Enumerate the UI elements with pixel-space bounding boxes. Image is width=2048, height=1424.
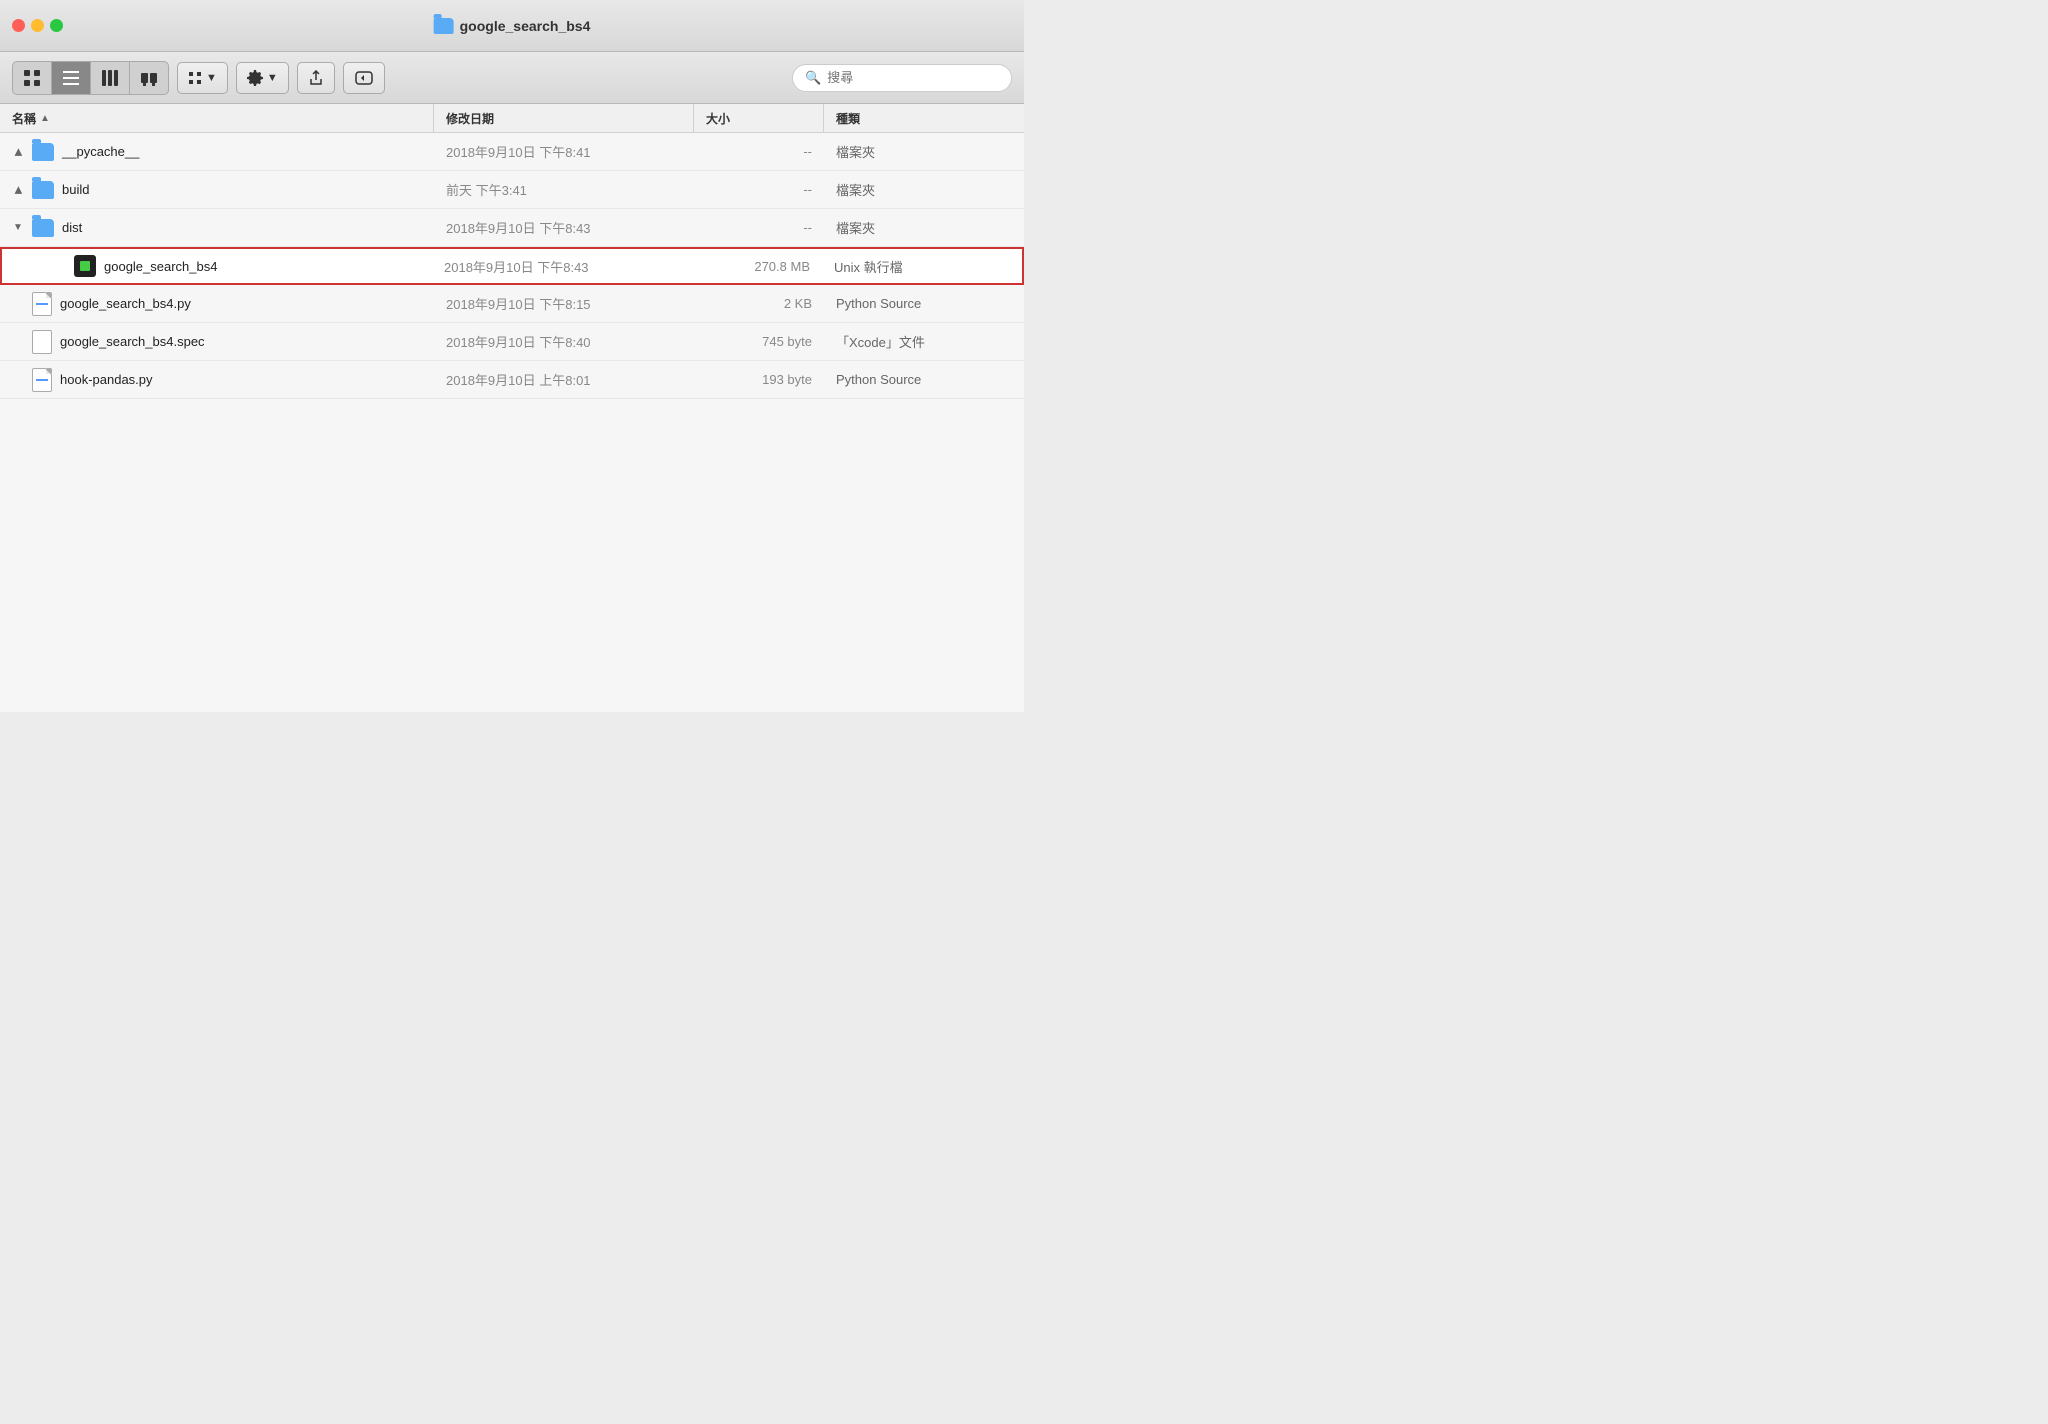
toolbar: ▼ ▼ 🔍 <box>0 52 1024 104</box>
file-kind-cell: 檔案夾 <box>824 171 1024 208</box>
expand-arrow[interactable]: ▶ <box>12 184 24 196</box>
file-date-cell: 2018年9月10日 上午8:01 <box>434 361 694 398</box>
col-header-name[interactable]: 名稱 ▲ <box>0 104 434 132</box>
file-name-cell: google_search_bs4.py <box>0 285 434 322</box>
file-date-cell: 前天 下午3:41 <box>434 171 694 208</box>
file-date-cell: 2018年9月10日 下午8:43 <box>434 209 694 246</box>
folder-icon <box>32 219 54 237</box>
close-button[interactable] <box>12 19 25 32</box>
share-icon <box>308 70 324 86</box>
file-kind-cell: Python Source <box>824 361 1024 398</box>
file-size-cell: 745 byte <box>694 323 824 360</box>
icon-view-icon <box>23 69 41 87</box>
minimize-button[interactable] <box>31 19 44 32</box>
file-name-cell: ▶ __pycache__ <box>0 133 434 170</box>
table-row[interactable]: ▶ build 前天 下午3:41 -- 檔案夾 <box>0 171 1024 209</box>
file-size-cell: -- <box>694 171 824 208</box>
file-size-cell: 193 byte <box>694 361 824 398</box>
window-title: google_search_bs4 <box>460 18 591 34</box>
column-headers: 名稱 ▲ 修改日期 大小 種類 <box>0 104 1024 133</box>
view-mode-group <box>12 61 169 95</box>
file-kind-cell: 檔案夾 <box>824 209 1024 246</box>
expand-arrow[interactable]: ▼ <box>12 222 24 234</box>
folder-icon <box>32 181 54 199</box>
file-date-cell: 2018年9月10日 下午8:40 <box>434 323 694 360</box>
dropdown-arrow: ▼ <box>206 72 217 84</box>
col-header-kind[interactable]: 種類 <box>824 104 1024 132</box>
expand-arrow[interactable]: ▶ <box>12 146 24 158</box>
file-list: ▶ __pycache__ 2018年9月10日 下午8:41 -- 檔案夾 ▶… <box>0 133 1024 712</box>
file-date-cell: 2018年9月10日 下午8:43 <box>432 249 692 283</box>
file-name-cell: ▶ build <box>0 171 434 208</box>
window-title-area: google_search_bs4 <box>434 18 591 34</box>
file-name-cell: hook-pandas.py <box>0 361 434 398</box>
table-row[interactable]: google_search_bs4.spec 2018年9月10日 下午8:40… <box>0 323 1024 361</box>
table-row-highlighted[interactable]: google_search_bs4 2018年9月10日 下午8:43 270.… <box>0 247 1024 285</box>
sort-arrow: ▲ <box>40 113 50 124</box>
file-size-cell: -- <box>694 209 824 246</box>
file-kind-cell: Python Source <box>824 285 1024 322</box>
file-kind-cell: 「Xcode」文件 <box>824 323 1024 360</box>
title-bar: google_search_bs4 <box>0 0 1024 52</box>
file-size-cell: 2 KB <box>694 285 824 322</box>
table-row[interactable]: hook-pandas.py 2018年9月10日 上午8:01 193 byt… <box>0 361 1024 399</box>
file-size-cell: 270.8 MB <box>692 249 822 283</box>
gallery-view-icon <box>140 69 158 87</box>
table-row[interactable]: ▶ __pycache__ 2018年9月10日 下午8:41 -- 檔案夾 <box>0 133 1024 171</box>
table-row[interactable]: google_search_bs4.py 2018年9月10日 下午8:15 2… <box>0 285 1024 323</box>
back-button[interactable] <box>343 62 385 94</box>
file-kind-cell: 檔案夾 <box>824 133 1024 170</box>
list-view-icon <box>62 69 80 87</box>
file-name-cell: ▼ dist <box>0 209 434 246</box>
python-file-icon <box>32 292 52 316</box>
folder-icon <box>32 143 54 161</box>
table-row[interactable]: ▼ dist 2018年9月10日 下午8:43 -- 檔案夾 <box>0 209 1024 247</box>
grid-icon <box>188 71 202 85</box>
column-view-button[interactable] <box>91 62 130 94</box>
spec-file-icon <box>32 330 52 354</box>
maximize-button[interactable] <box>50 19 63 32</box>
back-icon <box>354 70 374 86</box>
share-button[interactable] <box>297 62 335 94</box>
python-file-icon <box>32 368 52 392</box>
file-kind-cell: Unix 執行檔 <box>822 249 1022 283</box>
finder-window: google_search_bs4 <box>0 0 1024 712</box>
file-size-cell: -- <box>694 133 824 170</box>
gear-icon <box>247 70 263 86</box>
file-date-cell: 2018年9月10日 下午8:15 <box>434 285 694 322</box>
executable-icon <box>74 255 96 277</box>
col-header-date[interactable]: 修改日期 <box>434 104 694 132</box>
file-date-cell: 2018年9月10日 下午8:41 <box>434 133 694 170</box>
search-box[interactable]: 🔍 <box>792 64 1012 92</box>
gallery-view-button[interactable] <box>130 62 168 94</box>
file-name-cell: google_search_bs4.spec <box>0 323 434 360</box>
icon-view-button[interactable] <box>13 62 52 94</box>
file-name-cell: google_search_bs4 <box>2 249 432 283</box>
col-header-size[interactable]: 大小 <box>694 104 824 132</box>
action-button[interactable]: ▼ <box>236 62 289 94</box>
list-view-button[interactable] <box>52 62 91 94</box>
search-icon: 🔍 <box>805 70 821 86</box>
view-options-dropdown[interactable]: ▼ <box>177 62 228 94</box>
column-view-icon <box>101 69 119 87</box>
search-input[interactable] <box>827 70 999 85</box>
folder-icon <box>434 18 454 34</box>
action-dropdown-arrow: ▼ <box>267 72 278 84</box>
